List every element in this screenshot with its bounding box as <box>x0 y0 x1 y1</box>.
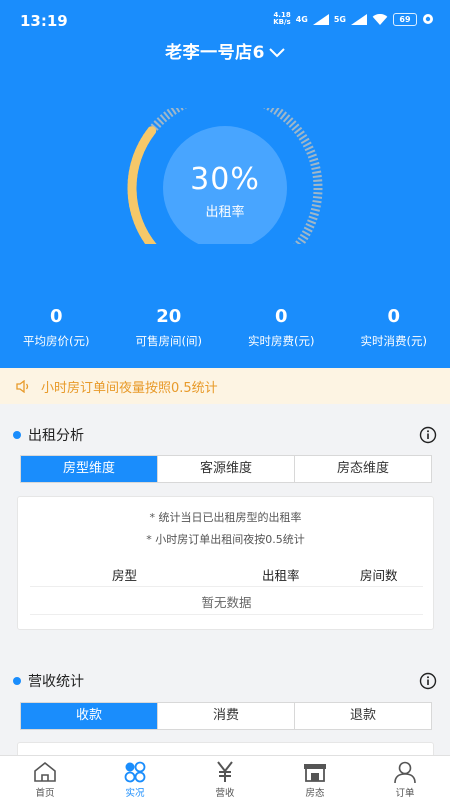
stat-value: 0 <box>274 306 288 327</box>
info-icon[interactable] <box>419 672 437 690</box>
notice-text: 小时房订单间夜量按照0.5统计 <box>41 380 218 396</box>
revenue-tabs: 收款 消费 退款 <box>20 702 432 730</box>
stat-avg-price: 0 平均房价(元) <box>0 306 113 349</box>
nav-label: 实况 <box>125 788 145 799</box>
status-icons: 4.18 KB/s 4G 5G 69 <box>273 12 434 26</box>
section-title: 营收统计 <box>28 674 84 690</box>
battery-indicator: 69 <box>393 12 417 26</box>
nav-label: 营收 <box>215 788 235 799</box>
signal-icon <box>312 13 329 25</box>
stat-label: 实时消费(元) <box>360 334 427 348</box>
note-line: * 统计当日已出租房型的出租率 <box>149 511 302 524</box>
nav-label: 首页 <box>35 788 55 799</box>
stat-value: 0 <box>387 306 401 327</box>
tab-guest-source[interactable]: 客源维度 <box>158 456 295 482</box>
network-generation: 4G <box>295 14 308 24</box>
user-icon <box>394 761 416 784</box>
shop-icon <box>304 764 326 782</box>
empty-state: 暂无数据 <box>201 595 252 610</box>
net-speed-unit: KB/s <box>273 18 291 26</box>
section-bullet <box>13 431 21 439</box>
yen-icon <box>217 761 233 782</box>
occupancy-gauge: 30% 出租率 <box>122 108 328 244</box>
net-speed: 4.18 KB/s <box>273 12 290 26</box>
stat-label: 可售房间(间) <box>135 334 202 348</box>
chevron-down-icon <box>269 48 285 58</box>
bottom-nav: 首页 实况 营收 房态 订单 <box>0 755 450 800</box>
network-generation-2: 5G <box>333 14 346 24</box>
tab-room-type[interactable]: 房型维度 <box>21 456 158 482</box>
gauge-percent: 30% <box>190 162 260 197</box>
live-icon <box>124 761 146 783</box>
store-selector[interactable]: 老李一号店6 <box>0 38 450 63</box>
speaker-icon <box>16 379 29 393</box>
status-bar: 13:19 4.18 KB/s 4G 5G 69 <box>0 0 450 40</box>
nav-label: 订单 <box>395 788 415 799</box>
signal-icon-2 <box>351 13 367 25</box>
tab-collection[interactable]: 收款 <box>21 703 158 729</box>
hero-panel: 13:19 4.18 KB/s 4G 5G 69 老李一号店6 30% 出租率 <box>0 0 450 368</box>
wifi-icon <box>372 13 388 25</box>
column-room-count: 房间数 <box>360 568 398 583</box>
stat-available-rooms: 20 可售房间(间) <box>113 306 226 349</box>
home-icon <box>34 761 56 782</box>
rent-analysis-card: * 统计当日已出租房型的出租率 * 小时房订单出租间夜按0.5统计 房型 出租率… <box>17 496 434 630</box>
column-room-type: 房型 <box>112 568 138 583</box>
column-rent-rate: 出租率 <box>262 568 300 583</box>
divider <box>30 614 423 615</box>
stat-label: 平均房价(元) <box>23 334 90 348</box>
table-header: 房型 出租率 房间数 <box>30 563 423 587</box>
stat-consumption: 0 实时消费(元) <box>338 306 450 349</box>
stat-label: 实时房费(元) <box>248 334 315 348</box>
tab-refund[interactable]: 退款 <box>295 703 431 729</box>
stat-value: 0 <box>49 306 63 327</box>
revenue-header: 营收统计 <box>0 666 450 696</box>
nav-orders[interactable]: 订单 <box>360 756 450 800</box>
nav-live[interactable]: 实况 <box>90 756 180 800</box>
stat-room-fee: 0 实时房费(元) <box>225 306 338 349</box>
info-icon[interactable] <box>419 426 437 444</box>
tab-room-status[interactable]: 房态维度 <box>295 456 431 482</box>
note-line: * 小时房订单出租间夜按0.5统计 <box>146 533 305 546</box>
section-bullet <box>13 677 21 685</box>
gauge-label: 出租率 <box>205 205 245 220</box>
nav-home[interactable]: 首页 <box>0 756 90 800</box>
status-time: 13:19 <box>20 12 68 30</box>
rent-analysis-tabs: 房型维度 客源维度 房态维度 <box>20 455 432 483</box>
nav-label: 房态 <box>305 788 325 799</box>
rent-analysis-header: 出租分析 <box>0 420 450 450</box>
stats-row: 0 平均房价(元) 20 可售房间(间) 0 实时房费(元) 0 实时消费(元) <box>0 306 450 349</box>
store-name: 老李一号店6 <box>165 43 265 63</box>
tab-consumption[interactable]: 消费 <box>158 703 295 729</box>
nav-room-status[interactable]: 房态 <box>270 756 360 800</box>
notification-icon <box>423 14 433 24</box>
nav-revenue[interactable]: 营收 <box>180 756 270 800</box>
section-title: 出租分析 <box>28 428 84 444</box>
stat-value: 20 <box>156 306 182 327</box>
notice-bar: 小时房订单间夜量按照0.5统计 <box>0 368 450 404</box>
